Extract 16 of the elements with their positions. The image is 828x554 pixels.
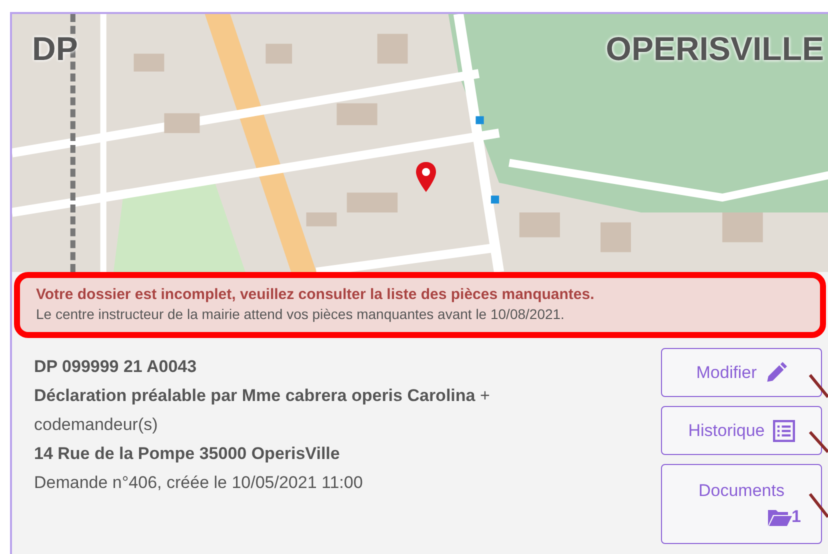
map-label: DP bbox=[32, 30, 78, 68]
dossier-detail: Déclaration préalable par Mme cabrera operis Carolina + codemandeur(s) bbox=[34, 385, 491, 436]
history-button[interactable]: Historique bbox=[661, 406, 822, 455]
list-icon bbox=[772, 420, 795, 442]
dossier-detail: Demande n°406, créée le 10/05/2021 11:00 bbox=[34, 472, 364, 494]
dossier-detail: DP 099999 21 A0043 bbox=[34, 356, 198, 378]
dossier-detail: 14 Rue de la Pompe 35000 OperisVille bbox=[34, 443, 341, 465]
location-pin-icon bbox=[416, 162, 436, 192]
modify-button[interactable]: Modifier bbox=[661, 348, 822, 397]
documents-button[interactable]: Documents 1 bbox=[661, 464, 822, 544]
document-count: 1 bbox=[792, 507, 801, 527]
folder-icon bbox=[768, 508, 792, 526]
alert-message: Le centre instructeur de la mairie attend vos pièces manquantes avant le 10/08/2021. bbox=[36, 306, 566, 322]
alert-title: Votre dossier est incomplet, veuillez consulter la liste des pièces manquantes. bbox=[36, 286, 596, 303]
pencil-icon bbox=[764, 362, 787, 384]
map-label: OPERISVILLE bbox=[606, 30, 824, 68]
